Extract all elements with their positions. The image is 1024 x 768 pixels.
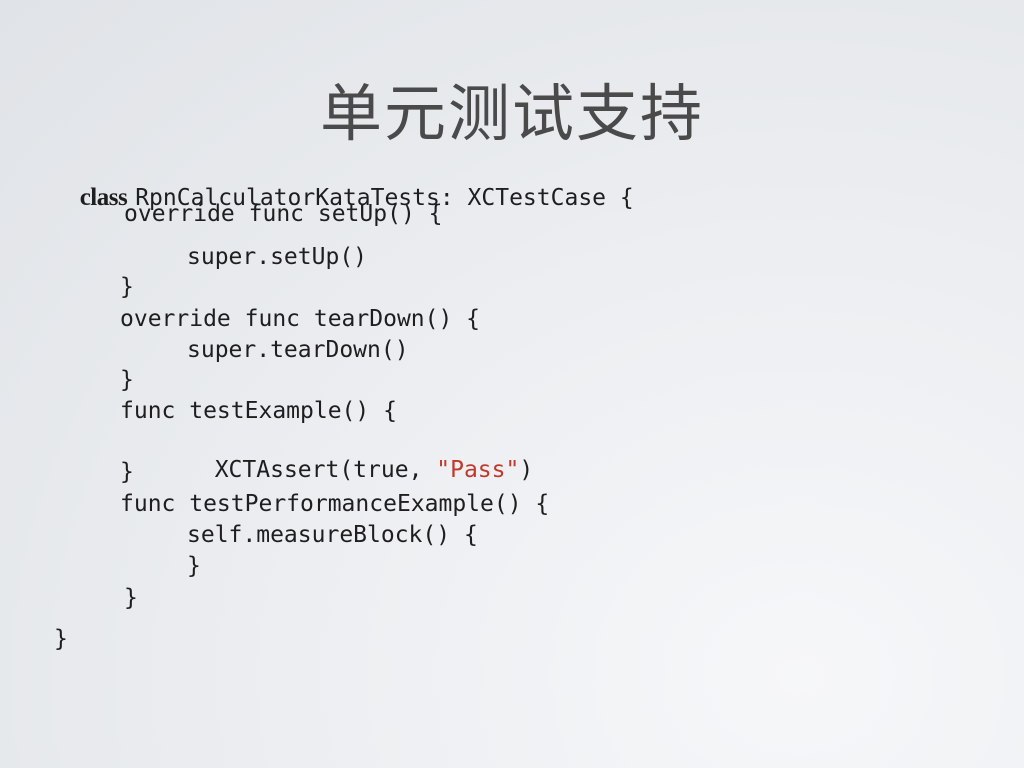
- setup-body: super.setUp(): [187, 244, 368, 270]
- teardown-close-brace: }: [120, 367, 134, 393]
- test-performance-declaration: func testPerformanceExample() {: [120, 491, 550, 517]
- assert-close-paren: ): [519, 457, 534, 483]
- test-example-declaration: func testExample() {: [120, 398, 397, 424]
- setup-close-brace: }: [120, 274, 134, 300]
- class-keyword: class: [79, 184, 128, 211]
- assert-string-literal: "Pass": [436, 457, 520, 483]
- teardown-body: super.tearDown(): [187, 337, 409, 363]
- test-example-close-brace: }: [120, 459, 134, 485]
- class-close-brace: }: [54, 626, 68, 652]
- setup-declaration: override func setUp() {: [124, 201, 443, 227]
- teardown-declaration: override func tearDown() {: [120, 306, 481, 332]
- test-performance-close-brace: }: [124, 585, 138, 611]
- measure-block-declaration: self.measureBlock() {: [187, 522, 478, 548]
- assert-call: XCTAssert(true,: [214, 457, 437, 483]
- measure-block-close-brace: }: [187, 553, 201, 579]
- slide-title: 单元测试支持: [319, 77, 704, 150]
- assert-line: XCTAssert(true, "Pass"): [187, 428, 534, 484]
